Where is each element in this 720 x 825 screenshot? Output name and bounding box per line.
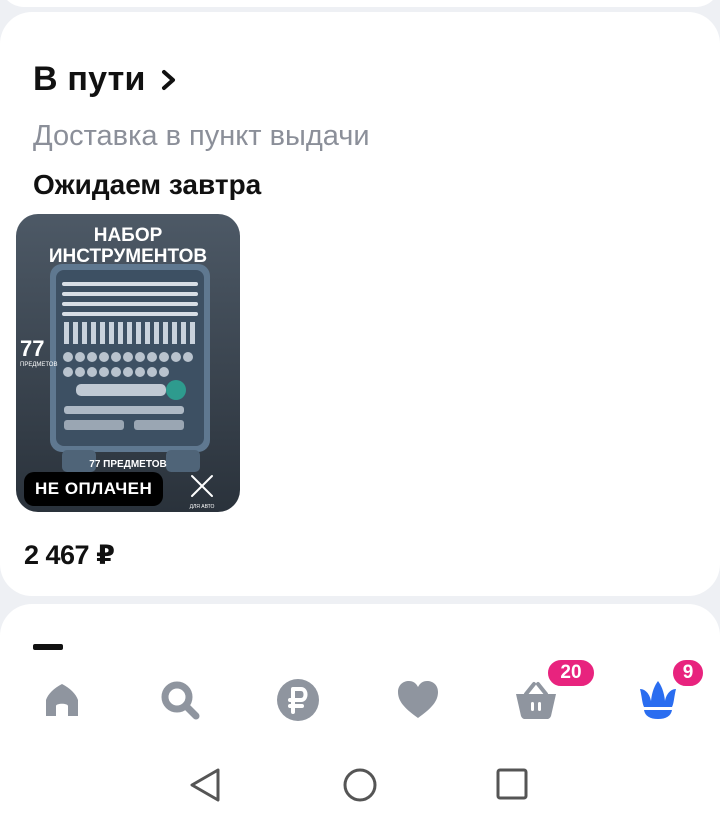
profile-count-badge: 9 [670,657,706,689]
tool-set-image: НАБОР ИНСТРУМЕНТОВ 77 ПРЕДМЕТОВ 77 ПРЕДМ… [16,214,240,512]
bottom-tab-bar: 20 9 [0,655,720,745]
search-icon [161,681,200,720]
back-icon [190,768,220,802]
chevron-right-icon [161,69,175,90]
image-case-label: 77 ПРЕДМЕТОВ [89,459,166,470]
basket-count-badge: 20 [545,657,597,689]
home-icon [46,684,78,716]
tab-home[interactable] [32,675,92,725]
order-title: В пути [33,60,146,98]
system-back-button[interactable] [188,767,222,808]
next-card-title-peek [33,644,63,650]
system-navigation-bar [0,745,720,825]
tab-favorites[interactable] [388,675,448,725]
product-price: 2 467 ₽ [24,540,115,570]
image-caption-line2: ИНСТРУМЕНТОВ [49,246,207,267]
payment-status-badge: НЕ ОПЛАЧЕН [24,472,164,506]
ruble-icon [277,679,319,721]
image-caption-line1: НАБОР [94,225,163,246]
image-count-big: 77 [20,336,44,361]
product-thumbnail[interactable]: НАБОР ИНСТРУМЕНТОВ 77 ПРЕДМЕТОВ 77 ПРЕДМ… [16,214,240,512]
delivery-status: Ожидаем завтра [33,169,262,200]
tab-search[interactable] [150,675,210,725]
image-count-small: ПРЕДМЕТОВ [20,362,57,368]
system-recents-button[interactable] [495,767,529,806]
home-circle-icon [343,768,377,802]
tab-finance[interactable] [268,675,328,725]
image-corner-label: ДЛЯ АВТО [190,504,215,510]
previous-card-edge [0,0,720,7]
system-home-button[interactable] [342,767,378,808]
crown-icon [640,681,676,719]
heart-icon [398,681,438,718]
delivery-type: Доставка в пункт выдачи [33,120,370,152]
recents-icon [496,768,528,800]
order-title-link[interactable]: В пути [33,60,180,99]
